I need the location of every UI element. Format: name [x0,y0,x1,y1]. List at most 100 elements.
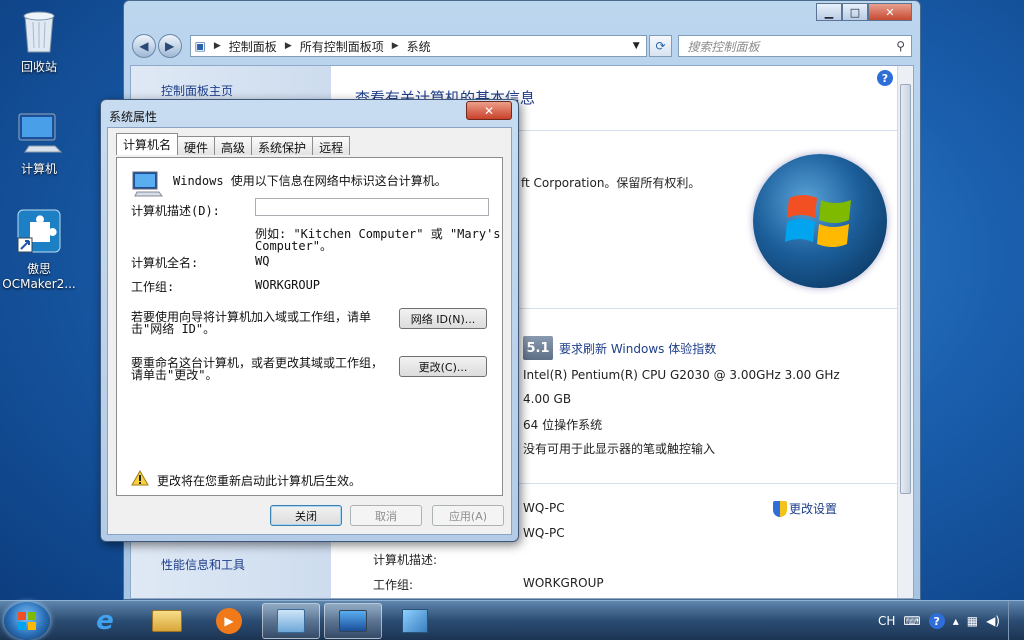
apply-button[interactable]: 应用(A) [432,505,504,526]
computer-icon [131,170,163,198]
tab-remote[interactable]: 远程 [312,136,351,155]
breadcrumb-item[interactable]: 系统 [407,38,431,55]
system-properties-dialog: 系统属性 ✕ 计算机名 硬件 高级 系统保护 远程 Windows 使用以下信息… [100,99,519,542]
description-field-label: 计算机描述(D): [131,204,220,218]
desktop-icon-label: 傲思 [26,262,51,276]
computer-description-input[interactable] [255,198,489,216]
search-input[interactable]: 搜索控制面板 ⚲ [678,35,912,57]
intro-text: Windows 使用以下信息在网络中标识这台计算机。 [173,174,447,188]
start-button[interactable] [4,602,50,640]
taskbar-control-panel[interactable] [262,603,320,639]
network-id-help-line2: 击"网络 ID"。 [131,322,216,336]
help-icon[interactable]: ? [928,613,945,629]
taskbar-system-properties[interactable] [324,603,382,639]
taskbar: e ▶ CH ⌨ ? ▴ ▦ ◀) [0,600,1024,640]
desktop-icon-label-line2: OCMaker2... [2,277,76,291]
desktop-icon-recycle-bin[interactable]: 回收站 [0,6,78,75]
help-icon[interactable]: ? [877,70,893,86]
control-panel-home-link[interactable]: 控制面板主页 [161,82,233,99]
forward-button[interactable]: ▶ [157,34,182,58]
full-name-value: WQ-PC [523,526,565,540]
vertical-scrollbar[interactable] [897,66,913,598]
control-panel-icon [277,609,305,633]
system-tray: CH ⌨ ? ▴ ▦ ◀) [870,601,1018,640]
example-text-line2: Computer"。 [255,239,333,253]
computer-icon [339,610,367,632]
taskbar-app-cubes[interactable] [386,603,444,639]
cancel-button[interactable]: 取消 [350,505,422,526]
recycle-bin-icon [15,6,63,54]
change-settings-label: 更改设置 [789,502,838,516]
search-placeholder: 搜索控制面板 [687,39,760,54]
tab-advanced[interactable]: 高级 [214,136,253,155]
close-button[interactable]: ✕ [868,3,912,21]
rename-help-line2: 请单击"更改"。 [131,368,218,382]
show-desktop-button[interactable] [1008,601,1018,640]
maximize-button[interactable]: □ [842,3,868,21]
minimize-button[interactable]: ▁ [816,3,842,21]
taskbar-media-player[interactable]: ▶ [200,603,258,639]
desktop-icon-label: 回收站 [20,60,57,74]
keyboard-icon[interactable]: ⌨ [903,614,920,628]
desktop-icon-computer[interactable]: 计算机 [0,108,78,177]
control-panel-icon: ▣ [194,39,206,53]
tab-hardware[interactable]: 硬件 [177,136,216,155]
tray-expand-icon[interactable]: ▴ [953,614,959,628]
workgroup-label: 工作组: [131,280,175,294]
chevron-right-icon: ▶ [284,41,292,51]
close-dialog-button[interactable]: 关闭 [270,505,342,526]
computer-name-value: WQ-PC [523,501,565,515]
language-indicator[interactable]: CH [878,614,895,628]
computer-icon [15,108,63,156]
windows-logo-icon [18,612,36,630]
taskbar-file-explorer[interactable] [138,603,196,639]
tab-system-protection[interactable]: 系统保护 [251,136,314,155]
refresh-experience-index-link[interactable]: 要求刷新 Windows 体验指数 [559,340,716,357]
memory-value: 4.00 GB [523,392,572,406]
scrollbar-thumb[interactable] [900,84,911,494]
dialog-title: 系统属性 [109,110,158,124]
performance-info-link[interactable]: 性能信息和工具 [161,556,245,573]
breadcrumb-item[interactable]: 所有控制面板项 [300,38,384,55]
workgroup-value: WORKGROUP [523,576,604,590]
processor-value: Intel(R) Pentium(R) CPU G2030 @ 3.00GHz … [523,368,840,382]
puzzle-app-icon [15,208,63,256]
volume-icon[interactable]: ◀) [986,614,1000,628]
warning-icon [131,469,149,486]
taskbar-internet-explorer[interactable]: e [76,603,134,639]
back-button[interactable]: ◀ [132,34,156,58]
system-type-value: 64 位操作系统 [523,418,603,432]
window-controls: ▁ □ ✕ [816,3,912,21]
address-bar[interactable]: ▣ ▶ 控制面板 ▶ 所有控制面板项 ▶ 系统 ▼ [189,35,647,57]
cubes-icon [402,609,428,633]
internet-explorer-icon: e [96,606,114,636]
tab-panel-computer-name: Windows 使用以下信息在网络中标识这台计算机。 计算机描述(D): 例如:… [116,157,503,496]
full-name-value: WQ [255,254,270,268]
desktop-icon-ocmaker[interactable]: 傲思 OCMaker2... [0,208,78,291]
change-button[interactable]: 更改(C)... [399,356,487,377]
workgroup-value: WORKGROUP [255,278,321,292]
address-row: ◀ ▶ ▣ ▶ 控制面板 ▶ 所有控制面板项 ▶ 系统 ▼ ⟳ 搜索控制面板 ⚲ [132,33,912,59]
chevron-right-icon: ▶ [391,41,399,51]
breadcrumb-item[interactable]: 控制面板 [229,38,277,55]
network-icon[interactable]: ▦ [967,614,978,628]
dialog-client-area: 计算机名 硬件 高级 系统保护 远程 Windows 使用以下信息在网络中标识这… [107,127,512,535]
restart-warning-text: 更改将在您重新启动此计算机后生效。 [157,474,362,488]
tab-computer-name[interactable]: 计算机名 [116,133,179,155]
tab-strip: 计算机名 硬件 高级 系统保护 远程 [116,133,351,155]
dialog-close-button[interactable]: ✕ [466,101,512,120]
chevron-right-icon: ▶ [213,41,221,51]
experience-index-badge: 5.1 [523,336,553,360]
folder-icon [152,610,182,632]
chevron-down-icon[interactable]: ▼ [633,41,640,51]
windows-logo-icon [753,154,887,288]
search-icon: ⚲ [896,39,905,53]
copyright-text: ft Corporation。保留所有权利。 [521,176,701,190]
workgroup-label: 工作组: [373,578,414,592]
full-name-label: 计算机全名: [131,256,199,270]
description-label: 计算机描述: [373,553,438,567]
refresh-button[interactable]: ⟳ [648,35,673,57]
network-id-button[interactable]: 网络 ID(N)... [399,308,487,329]
change-settings-link[interactable]: 更改设置 [773,500,837,517]
media-player-icon: ▶ [216,608,242,634]
